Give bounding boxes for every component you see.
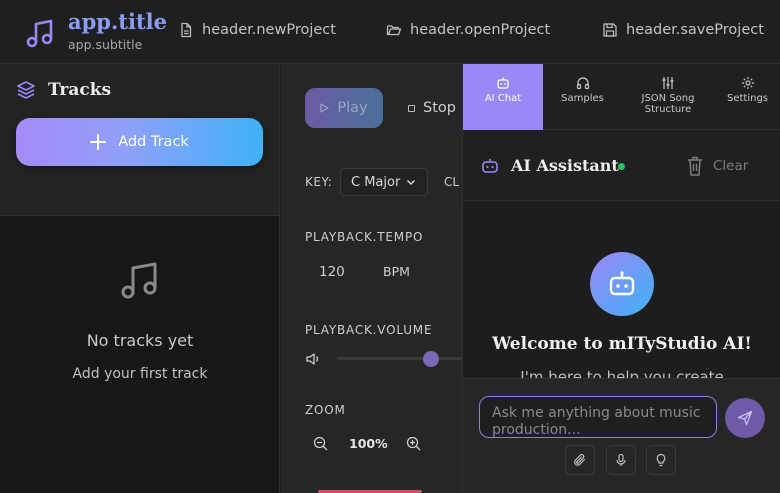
ai-assistant-header: AI Assistant Clear — [463, 131, 780, 201]
volume-label: PLAYBACK.VOLUME — [305, 323, 433, 337]
stop-icon — [408, 104, 415, 112]
chevron-down-icon — [407, 179, 416, 186]
key-value: C Major — [351, 174, 401, 190]
play-button[interactable]: Play — [305, 88, 383, 128]
key-select[interactable]: C Major — [340, 168, 428, 196]
app-title: app.title — [68, 9, 168, 34]
clear-label: Clear — [713, 158, 749, 174]
empty-subtitle: Add your first track — [72, 366, 208, 382]
send-icon — [737, 410, 753, 426]
attach-button[interactable] — [565, 445, 595, 475]
bot-icon — [497, 77, 509, 89]
play-label: Play — [337, 100, 368, 116]
app-subtitle: app.subtitle — [68, 37, 143, 52]
headphones-icon — [576, 77, 589, 90]
welcome-title: Welcome to mITyStudio AI! — [492, 334, 752, 354]
folder-open-icon — [386, 25, 402, 36]
save-project-label: header.saveProject — [626, 22, 764, 38]
tracks-empty-state: No tracks yet Add your first track — [0, 216, 280, 493]
trash-icon — [688, 156, 702, 176]
stop-button[interactable]: Stop — [408, 100, 456, 116]
app-root: app.title app.subtitle header.newProject… — [0, 0, 780, 493]
online-status-dot — [618, 163, 625, 170]
tab-settings[interactable]: Settings — [714, 64, 780, 130]
clip-label: CL — [444, 175, 460, 189]
empty-title: No tracks yet — [86, 331, 194, 350]
assistant-avatar — [590, 252, 654, 316]
lightbulb-icon — [656, 453, 666, 467]
tab-ai-chat[interactable]: AI Chat — [463, 64, 543, 130]
add-track-button[interactable]: Add Track — [16, 118, 263, 166]
tracks-panel-header: Tracks Add Track — [0, 64, 280, 216]
zoom-in-icon[interactable] — [406, 436, 421, 451]
stop-label: Stop — [423, 100, 456, 116]
save-icon — [603, 23, 617, 37]
tempo-unit: BPM — [383, 264, 410, 279]
clear-chat-button[interactable]: Clear — [685, 155, 748, 177]
add-track-label: Add Track — [118, 134, 189, 150]
volume-icon — [306, 353, 319, 365]
gear-icon — [741, 77, 754, 89]
bot-icon — [609, 271, 635, 296]
music-note-icon — [121, 262, 157, 299]
chat-input[interactable]: Ask me anything about music production..… — [479, 396, 717, 438]
welcome-subtitle: I'm here to help you create — [520, 368, 724, 378]
file-icon — [181, 22, 192, 38]
new-project-button[interactable]: header.newProject — [178, 22, 336, 38]
music-note-icon — [26, 19, 53, 48]
send-button[interactable] — [725, 398, 765, 438]
tempo-label: PLAYBACK.TEMPO — [305, 230, 424, 244]
tab-label: JSON Song Structure — [641, 93, 695, 115]
voice-input-button[interactable] — [606, 445, 636, 475]
tab-samples[interactable]: Samples — [543, 64, 622, 130]
bot-icon — [482, 159, 498, 173]
tracks-heading: Tracks — [16, 80, 111, 100]
volume-slider[interactable] — [337, 357, 462, 360]
open-project-label: header.openProject — [410, 22, 551, 38]
chat-composer: Ask me anything about music production..… — [463, 378, 780, 493]
tab-label: AI Chat — [484, 93, 522, 104]
tab-label: Settings — [726, 93, 768, 104]
microphone-icon — [616, 453, 626, 466]
new-project-label: header.newProject — [202, 22, 336, 38]
tracks-title: Tracks — [48, 80, 112, 100]
zoom-label: ZOOM — [305, 403, 346, 417]
paperclip-icon — [574, 454, 586, 466]
sliders-icon — [662, 77, 674, 89]
playback-controls: Play Stop KEY: C Major CL PLAYBACK.TEMPO… — [281, 64, 462, 493]
zoom-out-icon[interactable] — [313, 436, 328, 451]
ai-assistant-title: AI Assistant — [511, 156, 619, 175]
tempo-input[interactable]: 120 — [319, 264, 345, 280]
volume-slider-thumb[interactable] — [423, 351, 439, 367]
tab-label: Samples — [561, 93, 604, 104]
save-project-button[interactable]: header.saveProject — [602, 22, 764, 38]
plus-icon — [90, 134, 107, 150]
tab-json-song-structure[interactable]: JSON Song Structure — [622, 64, 714, 130]
open-project-button[interactable]: header.openProject — [386, 22, 550, 38]
app-header: app.title app.subtitle header.newProject… — [0, 0, 780, 64]
ai-panel: AI Chat Samples JSON Song Structure Sett… — [462, 64, 780, 493]
layers-icon — [17, 81, 35, 99]
zoom-value: 100% — [349, 436, 388, 451]
key-label: KEY: — [305, 175, 333, 189]
play-icon — [320, 103, 329, 113]
suggestions-button[interactable] — [646, 445, 676, 475]
chat-messages: Welcome to mITyStudio AI! I'm here to he… — [463, 202, 780, 378]
ai-tabs: AI Chat Samples JSON Song Structure Sett… — [463, 64, 780, 130]
